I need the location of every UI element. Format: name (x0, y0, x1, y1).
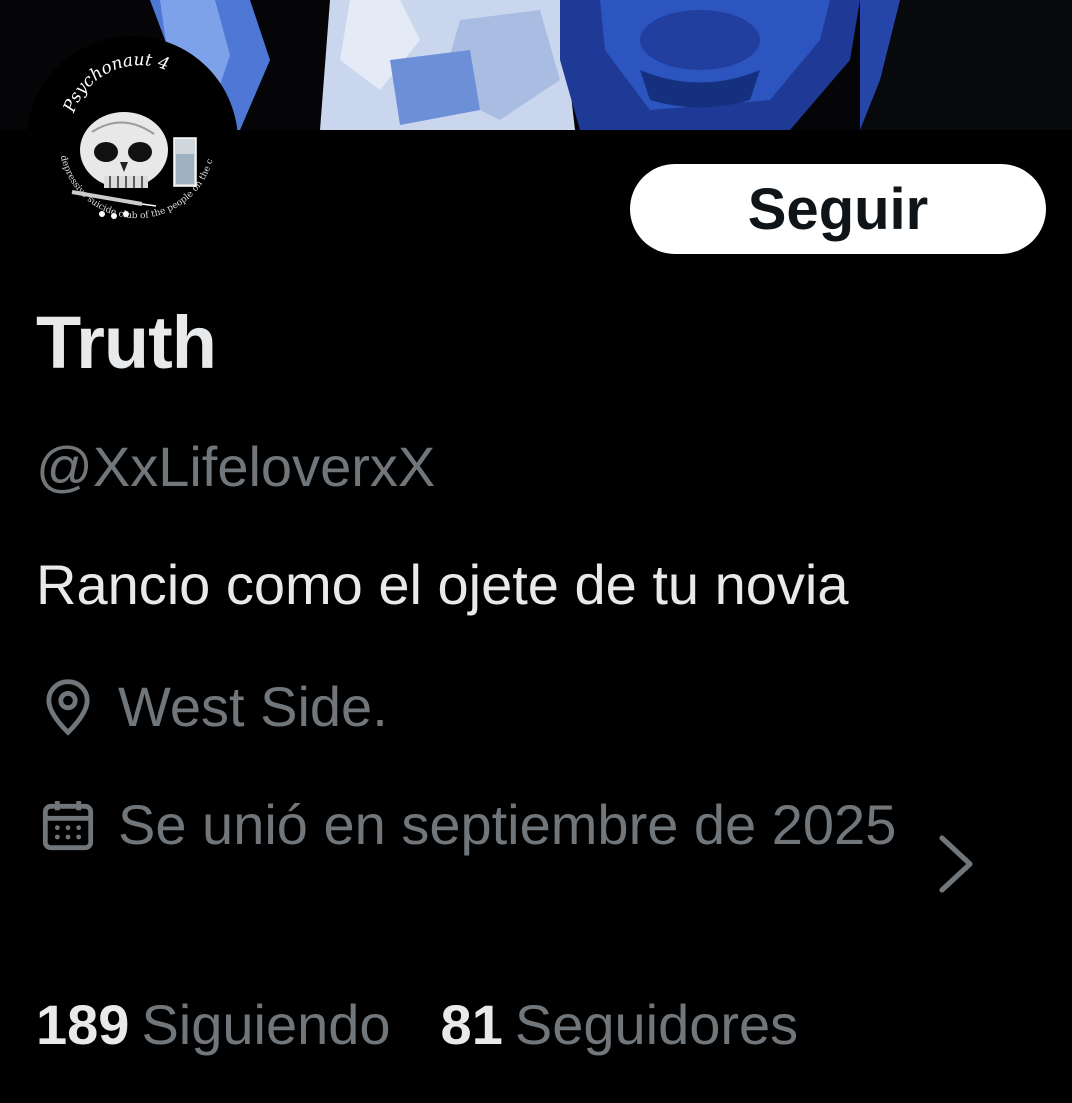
followers-count: 81 (440, 993, 503, 1056)
following-link[interactable]: 189 Siguiendo (36, 990, 391, 1060)
calendar-icon (42, 801, 94, 851)
following-count: 189 (36, 993, 130, 1056)
profile-joined-row[interactable]: Se unió en septiembre de 2025 (36, 784, 1036, 893)
follow-stats: 189 Siguiendo 81 Seguidores (36, 990, 848, 1060)
follow-button[interactable]: Seguir (630, 164, 1046, 254)
location-text: West Side. (118, 675, 388, 738)
following-label: Siguiendo (141, 993, 391, 1056)
profile-location: West Side. (36, 672, 388, 742)
joined-date-text: Se unió en septiembre de 2025 (118, 793, 897, 856)
user-handle: @XxLifeloverxX (36, 435, 436, 498)
followers-label: Seguidores (514, 993, 799, 1056)
chevron-right-icon[interactable] (932, 828, 980, 900)
location-pin-icon (46, 679, 90, 736)
profile-avatar[interactable]: Psychonaut 4 depressive suicide club of … (26, 36, 238, 248)
psychonaut-logo: Psychonaut 4 depressive suicide club of … (32, 42, 232, 242)
followers-link[interactable]: 81 Seguidores (441, 990, 799, 1060)
profile-bio: Rancio como el ojete de tu novia (36, 553, 849, 616)
display-name: Truth (36, 301, 217, 384)
